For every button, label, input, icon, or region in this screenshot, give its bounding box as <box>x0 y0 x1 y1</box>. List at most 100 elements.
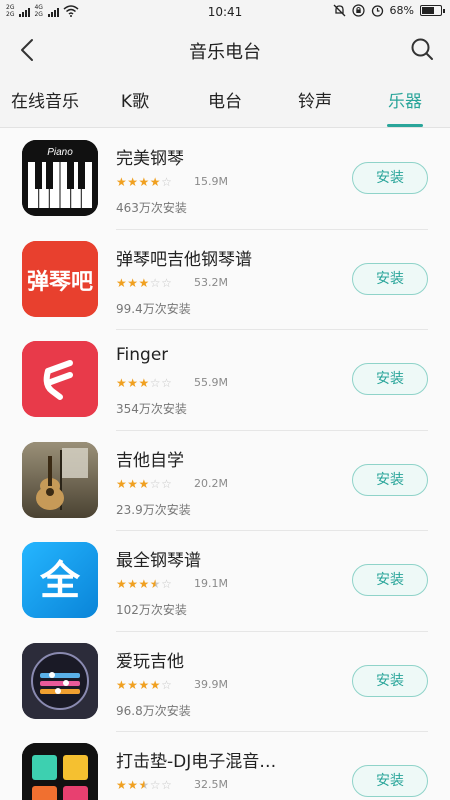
app-size: 15.9M <box>194 175 228 188</box>
star-empty-icon: ☆ <box>149 778 162 792</box>
list-item[interactable]: 爱玩吉他 ★★★★☆ 39.9M 96.8万次安装 安装 <box>0 630 450 732</box>
battery-icon <box>420 5 445 16</box>
list-item[interactable]: 全 最全钢琴谱 ★★★★☆ 19.1M 102万次安装 安装 <box>0 530 450 631</box>
tab-radio[interactable]: 电台 <box>180 76 270 127</box>
star-empty-icon: ☆ <box>161 677 173 692</box>
app-size: 39.9M <box>194 677 228 691</box>
star-empty-icon: ☆ <box>149 476 162 491</box>
tanqinba-logo-text: 弹琴吧 <box>27 270 93 295</box>
star-full-icon: ★ <box>138 175 150 189</box>
quan-logo-text: 全 <box>39 558 81 604</box>
rating-stars: ★★★☆☆ <box>116 778 172 792</box>
app-name: 打击垫-DJ电子混音… <box>116 752 277 772</box>
download-count: 96.8万次安装 <box>116 703 191 718</box>
bell-mute-icon <box>333 4 346 17</box>
download-count: 99.4万次安装 <box>116 301 191 316</box>
star-half-icon: ★ <box>138 778 150 792</box>
rating-stars: ★★★★☆ <box>116 175 172 189</box>
star-full-icon: ★ <box>138 577 150 591</box>
drum-pad-icon <box>22 743 98 800</box>
app-name: 最全钢琴谱 <box>116 551 201 571</box>
list-item[interactable]: 打击垫-DJ电子混音… ★★★☆☆ 32.5M 安装 <box>0 731 450 800</box>
tab-online-music[interactable]: 在线音乐 <box>0 76 90 127</box>
page-title: 音乐电台 <box>189 42 261 63</box>
tab-instruments[interactable]: 乐器 <box>360 76 450 127</box>
battery-percent: 68% <box>389 4 414 17</box>
star-full-icon: ★ <box>138 275 150 290</box>
search-icon[interactable] <box>408 35 436 63</box>
category-tabs: 在线音乐 K歌 电台 铃声 乐器 <box>0 76 450 128</box>
star-empty-icon: ☆ <box>161 275 173 290</box>
star-full-icon: ★ <box>127 778 139 792</box>
download-count: 463万次安装 <box>116 201 187 215</box>
status-right: 68% <box>333 4 445 17</box>
star-empty-icon: ☆ <box>149 376 162 390</box>
star-full-icon: ★ <box>127 376 139 390</box>
star-full-icon: ★ <box>138 376 150 390</box>
star-full-icon: ★ <box>149 677 162 692</box>
app-list: Piano 完美钢琴 ★★★★☆ 15.9M 463万次安装 安装 弹琴吧 弹琴… <box>0 128 450 800</box>
app-name: Finger <box>116 345 169 365</box>
star-empty-icon: ☆ <box>161 778 173 792</box>
app-size: 53.2M <box>194 275 228 289</box>
app-header: 音乐电台 <box>0 24 450 76</box>
star-full-icon: ★ <box>116 476 128 491</box>
battery-fill <box>422 7 434 14</box>
install-button[interactable]: 安装 <box>352 363 428 395</box>
star-full-icon: ★ <box>127 275 139 290</box>
rating-stars: ★★★☆☆ <box>116 477 172 491</box>
star-full-icon: ★ <box>127 175 139 189</box>
app-name: 弹琴吧吉他钢琴谱 <box>116 249 252 270</box>
star-full-icon: ★ <box>127 677 139 692</box>
tab-ringtones[interactable]: 铃声 <box>270 76 360 127</box>
lock-rotation-icon <box>351 4 365 17</box>
list-item[interactable]: Piano 完美钢琴 ★★★★☆ 15.9M 463万次安装 安装 <box>0 128 450 229</box>
app-size: 32.5M <box>194 778 228 791</box>
app-size: 20.2M <box>194 476 228 490</box>
star-full-icon: ★ <box>116 175 128 189</box>
star-full-icon: ★ <box>116 577 128 591</box>
list-item[interactable]: 吉他自学 ★★★☆☆ 20.2M 23.9万次安装 安装 <box>0 429 450 531</box>
rating-stars: ★★★☆☆ <box>116 276 172 290</box>
guitar-dial-icon <box>22 642 98 719</box>
star-full-icon: ★ <box>116 275 128 290</box>
star-full-icon: ★ <box>116 778 128 792</box>
alarm-icon <box>371 5 383 17</box>
finger-icon <box>22 341 98 417</box>
install-button[interactable]: 安装 <box>352 463 428 496</box>
piano-logo-text: Piano <box>47 147 73 158</box>
download-count: 23.9万次安装 <box>116 502 191 517</box>
app-name: 完美钢琴 <box>116 149 184 169</box>
star-half-icon: ★ <box>149 577 162 591</box>
status-bar: 2G 2G 4G 2G 10:41 68% <box>0 0 450 24</box>
quan-icon: 全 <box>22 542 98 618</box>
guitar-photo-icon <box>22 441 98 518</box>
rating-stars: ★★★★☆ <box>116 678 172 692</box>
star-full-icon: ★ <box>138 677 150 692</box>
tanqinba-icon: 弹琴吧 <box>22 240 98 317</box>
star-empty-icon: ☆ <box>161 175 173 189</box>
star-empty-icon: ☆ <box>161 376 173 390</box>
app-size: 55.9M <box>194 376 228 389</box>
install-button[interactable]: 安装 <box>352 262 428 295</box>
install-button[interactable]: 安装 <box>352 564 428 596</box>
star-empty-icon: ☆ <box>161 476 173 491</box>
app-size: 19.1M <box>194 577 228 590</box>
star-empty-icon: ☆ <box>161 577 173 591</box>
list-item[interactable]: 弹琴吧 弹琴吧吉他钢琴谱 ★★★☆☆ 53.2M 99.4万次安装 安装 <box>0 228 450 330</box>
app-name: 爱玩吉他 <box>116 651 184 672</box>
star-full-icon: ★ <box>127 476 139 491</box>
install-button[interactable]: 安装 <box>352 765 428 797</box>
list-item[interactable]: Finger ★★★☆☆ 55.9M 354万次安装 安装 <box>0 329 450 430</box>
star-full-icon: ★ <box>138 476 150 491</box>
install-button[interactable]: 安装 <box>352 664 428 697</box>
app-name: 吉他自学 <box>116 450 184 471</box>
star-full-icon: ★ <box>149 175 162 189</box>
star-full-icon: ★ <box>116 677 128 692</box>
tab-karaoke[interactable]: K歌 <box>90 76 180 127</box>
download-count: 102万次安装 <box>116 603 187 617</box>
piano-icon: Piano <box>22 140 98 216</box>
star-full-icon: ★ <box>116 376 128 390</box>
star-full-icon: ★ <box>127 577 139 591</box>
install-button[interactable]: 安装 <box>352 162 428 194</box>
